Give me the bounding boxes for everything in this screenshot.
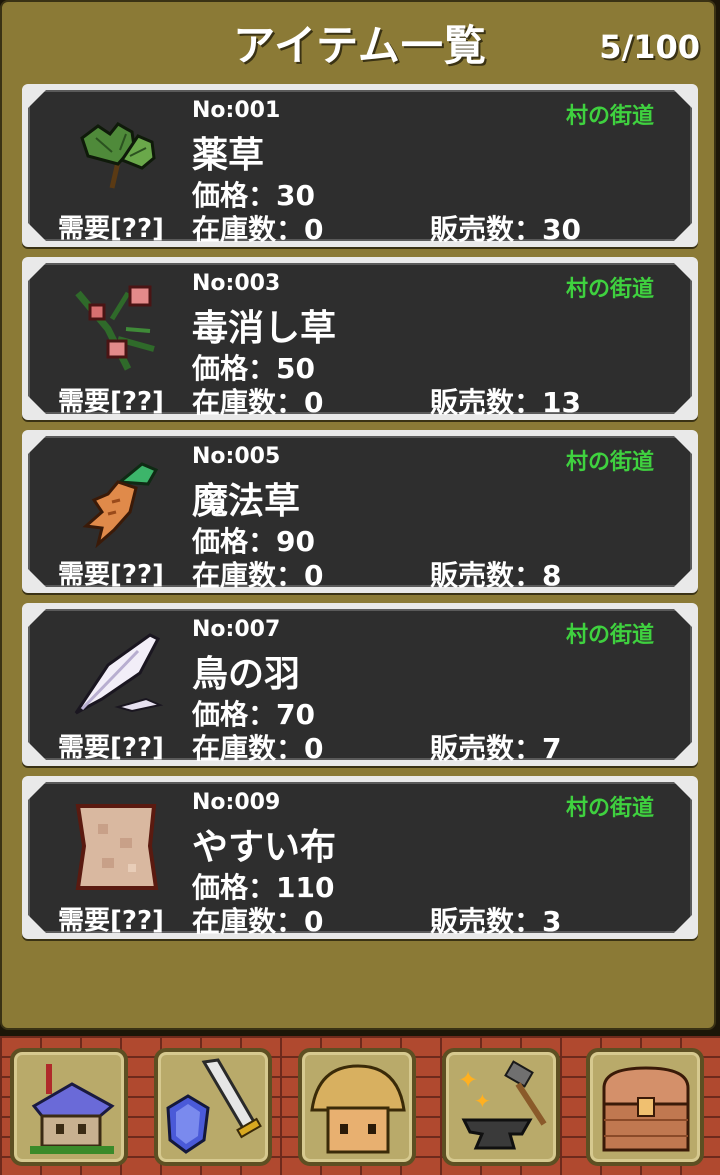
item-demand: 需要[??]	[58, 387, 164, 417]
card-corner	[670, 432, 696, 458]
item-card[interactable]: No:005 村の街道 魔法草 価格：90 需要[??] 在庫数：0 販売数：8	[22, 430, 698, 593]
item-number: No:007	[192, 617, 281, 642]
nav-storage-button[interactable]	[586, 1048, 704, 1166]
item-stock: 在庫数：0	[192, 732, 324, 765]
card-corner	[24, 392, 50, 418]
item-sold: 販売数：30	[430, 213, 581, 246]
card-corner	[670, 392, 696, 418]
card-corner	[24, 219, 50, 245]
item-card[interactable]: No:007 村の街道 鳥の羽 価格：70 需要[??] 在庫数：0 販売数：7	[22, 603, 698, 766]
svg-text:✦: ✦	[474, 1089, 491, 1113]
item-sold: 販売数：7	[430, 732, 562, 765]
card-corner	[670, 911, 696, 937]
item-sold: 販売数：13	[430, 386, 581, 419]
feather-icon	[68, 625, 164, 721]
item-name: やすい布	[192, 827, 337, 868]
item-demand: 需要[??]	[58, 214, 164, 244]
nav-home-button[interactable]	[10, 1048, 128, 1166]
item-area: 村の街道	[565, 796, 654, 821]
item-number: No:009	[192, 790, 281, 815]
card-corner	[24, 738, 50, 764]
item-stock: 在庫数：0	[192, 386, 324, 419]
item-card[interactable]: No:001 村の街道 薬草 価格：30 需要[??] 在庫数：0 販売数：30	[22, 84, 698, 247]
card-corner	[670, 565, 696, 591]
nav-equipment-button[interactable]	[154, 1048, 272, 1166]
magic-root-icon	[68, 452, 164, 549]
card-corner	[24, 778, 50, 804]
herb-icon	[68, 106, 164, 202]
item-area: 村の街道	[565, 450, 654, 475]
card-corner	[670, 778, 696, 804]
item-area: 村の街道	[565, 623, 654, 648]
item-name: 薬草	[192, 135, 265, 176]
item-area: 村の街道	[565, 104, 654, 129]
nav-craft-button[interactable]: ✦ ✦	[442, 1048, 560, 1166]
card-corner	[24, 86, 50, 112]
item-name: 魔法草	[192, 481, 301, 522]
item-list: No:001 村の街道 薬草 価格：30 需要[??] 在庫数：0 販売数：30…	[22, 84, 698, 949]
bottom-nav: ✦ ✦	[0, 1036, 720, 1175]
item-count: 5/100	[599, 28, 700, 66]
item-demand: 需要[??]	[58, 906, 164, 936]
item-number: No:005	[192, 444, 281, 469]
item-area: 村の街道	[565, 277, 654, 302]
card-corner	[24, 565, 50, 591]
item-demand: 需要[??]	[58, 560, 164, 590]
item-name: 鳥の羽	[192, 654, 301, 695]
item-name: 毒消し草	[192, 308, 337, 349]
item-number: No:003	[192, 271, 281, 296]
item-stock: 在庫数：0	[192, 213, 324, 246]
item-sold: 販売数：3	[430, 905, 562, 938]
card-corner	[24, 259, 50, 285]
item-card[interactable]: No:003 村の街道 毒消し草 価格：50 需要[??] 在庫数：0 販売数：…	[22, 257, 698, 420]
item-stock: 在庫数：0	[192, 559, 324, 592]
antidote-herb-icon	[68, 279, 164, 375]
item-card[interactable]: No:009 村の街道 やすい布 価格：110 需要[??] 在庫数：0 販売数…	[22, 776, 698, 939]
card-corner	[670, 219, 696, 245]
item-number: No:001	[192, 98, 281, 123]
card-corner	[670, 738, 696, 764]
nav-shop-button[interactable]	[298, 1048, 416, 1166]
card-corner	[670, 86, 696, 112]
card-corner	[670, 259, 696, 285]
item-stock: 在庫数：0	[192, 905, 324, 938]
card-corner	[670, 605, 696, 631]
card-corner	[24, 911, 50, 937]
card-corner	[24, 605, 50, 631]
cloth-icon	[68, 798, 164, 894]
item-sold: 販売数：8	[430, 559, 562, 592]
item-demand: 需要[??]	[58, 733, 164, 763]
card-corner	[24, 432, 50, 458]
